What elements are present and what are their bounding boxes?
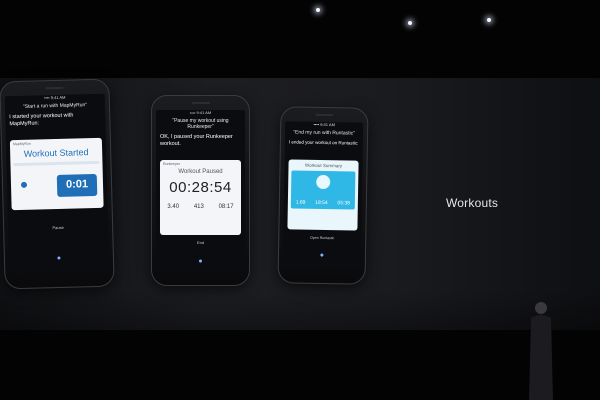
siri-mic-icon[interactable]: ● <box>319 252 324 260</box>
iphone-mapmyrun: •••• 9:41 AM “Start a run with MapMyRun”… <box>0 78 115 290</box>
status-bar: •••• 9:41 AM <box>313 121 335 128</box>
workout-card[interactable]: Workout Summary 1.69 18:54 05:38 <box>287 159 359 231</box>
phone-speaker <box>45 86 64 90</box>
end-button[interactable]: End <box>156 240 245 245</box>
phone-screen: •••• 9:41 AM “Pause my workout using Run… <box>156 110 245 271</box>
summary-banner: 1.69 18:54 05:38 <box>290 170 356 210</box>
open-runtastic-button[interactable]: Open Runtastic <box>283 235 361 240</box>
progress-bar <box>13 160 100 167</box>
siri-reply: I ended your workout on Runtastic: <box>288 139 359 146</box>
stage-light <box>316 8 320 12</box>
workout-card[interactable]: MapMyRun Workout Started 0:01 <box>9 137 104 211</box>
siri-query: “Pause my workout using Runkeeper” <box>172 118 229 130</box>
siri-reply: I started your workout with MapMyRun: <box>9 112 74 127</box>
slide-caption: Workouts <box>446 196 499 210</box>
phone-screen: •••• 9:41 AM “End my run with Runtastic”… <box>282 121 364 270</box>
siri-reply: OK, I paused your Runkeeper workout. <box>160 134 233 147</box>
phone-speaker <box>315 113 334 117</box>
siri-query: “Start a run with MapMyRun” <box>22 102 87 110</box>
siri-mic-icon[interactable]: ● <box>56 255 61 263</box>
stage-light <box>408 21 412 25</box>
timer-value: 0:01 <box>65 178 89 191</box>
stat-pace: 08:17 <box>218 204 234 210</box>
presenter-silhouette <box>529 302 553 400</box>
card-title: Workout Started <box>23 147 89 159</box>
iphone-runkeeper: •••• 9:41 AM “Pause my workout using Run… <box>151 95 250 286</box>
route-map-icon <box>316 174 331 190</box>
stats-row: 3.40 413 08:17 <box>160 204 241 210</box>
iphone-runtastic: •••• 9:41 AM “End my run with Runtastic”… <box>277 106 369 285</box>
stat-pace: 05:38 <box>337 200 351 207</box>
presenter-head <box>535 302 547 314</box>
phone-screen: •••• 9:41 AM “Start a run with MapMyRun”… <box>4 93 110 275</box>
stats-row: 1.69 18:54 05:38 <box>291 199 355 207</box>
runner-icon <box>20 181 28 188</box>
siri-mic-icon[interactable]: ● <box>198 258 203 266</box>
app-name: MapMyRun <box>12 141 31 147</box>
app-name: Runkeeper <box>163 162 181 166</box>
workout-card[interactable]: Runkeeper Workout Paused 00:28:54 3.40 4… <box>160 160 241 235</box>
presenter-body <box>529 315 553 400</box>
status-bar: •••• 9:41 AM <box>43 94 66 101</box>
phone-speaker <box>191 102 210 104</box>
stat-duration: 18:54 <box>315 199 328 207</box>
stat-distance: 1.69 <box>295 199 306 206</box>
card-title: Workout Summary <box>304 162 343 169</box>
stage-light <box>487 18 491 22</box>
siri-query: “End my run with Runtastic” <box>293 129 355 137</box>
status-bar: •••• 9:41 AM <box>189 110 212 115</box>
timer-value: 00:28:54 <box>169 179 232 196</box>
timer-box: 0:01 <box>56 173 98 197</box>
card-title: Workout Paused <box>178 169 223 175</box>
stat-calories: 413 <box>193 204 204 210</box>
stat-distance: 3.40 <box>167 204 180 210</box>
pause-button[interactable]: Pause <box>8 224 108 232</box>
